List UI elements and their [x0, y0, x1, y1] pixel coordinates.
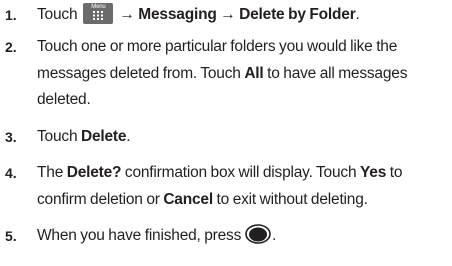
step-number: 4.: [5, 165, 17, 181]
delete-label: Delete: [80, 128, 127, 145]
step-text: When you have finished, press .: [37, 223, 449, 250]
delete-by-folder-label: Delete by Folder: [239, 6, 356, 23]
punctuation: .: [272, 227, 277, 244]
step-text: The Delete? confirmation box will displa…: [37, 160, 449, 213]
all-label: All: [244, 64, 264, 82]
arrow-icon: →: [119, 6, 135, 23]
step-number: 5.: [5, 228, 17, 244]
step-text: Touch Delete.: [37, 124, 449, 151]
step-text-part: When you have finished, press: [37, 227, 242, 244]
delete-confirm-label: Delete?: [66, 164, 122, 181]
punctuation: .: [126, 128, 131, 145]
punctuation: .: [355, 6, 360, 23]
menu-key-label: Menu: [91, 4, 106, 10]
step-touch-text: Touch: [37, 6, 78, 23]
yes-label: Yes: [359, 164, 387, 181]
step-text-part: confirmation box will display. Touch: [121, 164, 360, 181]
step-text-part: to exit without deleting.: [212, 190, 368, 208]
cancel-label: Cancel: [163, 190, 213, 208]
step-text: Touch one or more particular folders you…: [37, 34, 449, 114]
messaging-label: Messaging: [138, 6, 217, 23]
step-number: 2.: [5, 39, 17, 55]
step-number: 3.: [5, 129, 17, 145]
menu-key-icon: Menu: [83, 3, 114, 24]
menu-grid-icon: [93, 11, 104, 20]
step-text: Touch Menu → Messaging → Delete by Folder…: [37, 2, 449, 29]
home-key-icon: [245, 224, 271, 244]
step-number: 1.: [5, 7, 17, 23]
step-text-part: Touch: [37, 128, 81, 145]
step-text-part: The: [37, 164, 67, 181]
arrow-icon: →: [220, 6, 236, 23]
